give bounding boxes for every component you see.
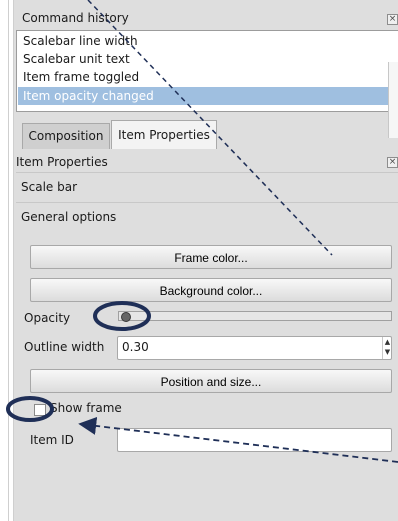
annotation-dashed-line bbox=[87, 0, 333, 256]
annotation-overlay bbox=[6, 0, 398, 463]
highlight-ellipse-show-frame bbox=[6, 396, 54, 422]
annotation-arrow bbox=[78, 416, 398, 463]
highlight-ellipse-opacity bbox=[93, 301, 151, 331]
